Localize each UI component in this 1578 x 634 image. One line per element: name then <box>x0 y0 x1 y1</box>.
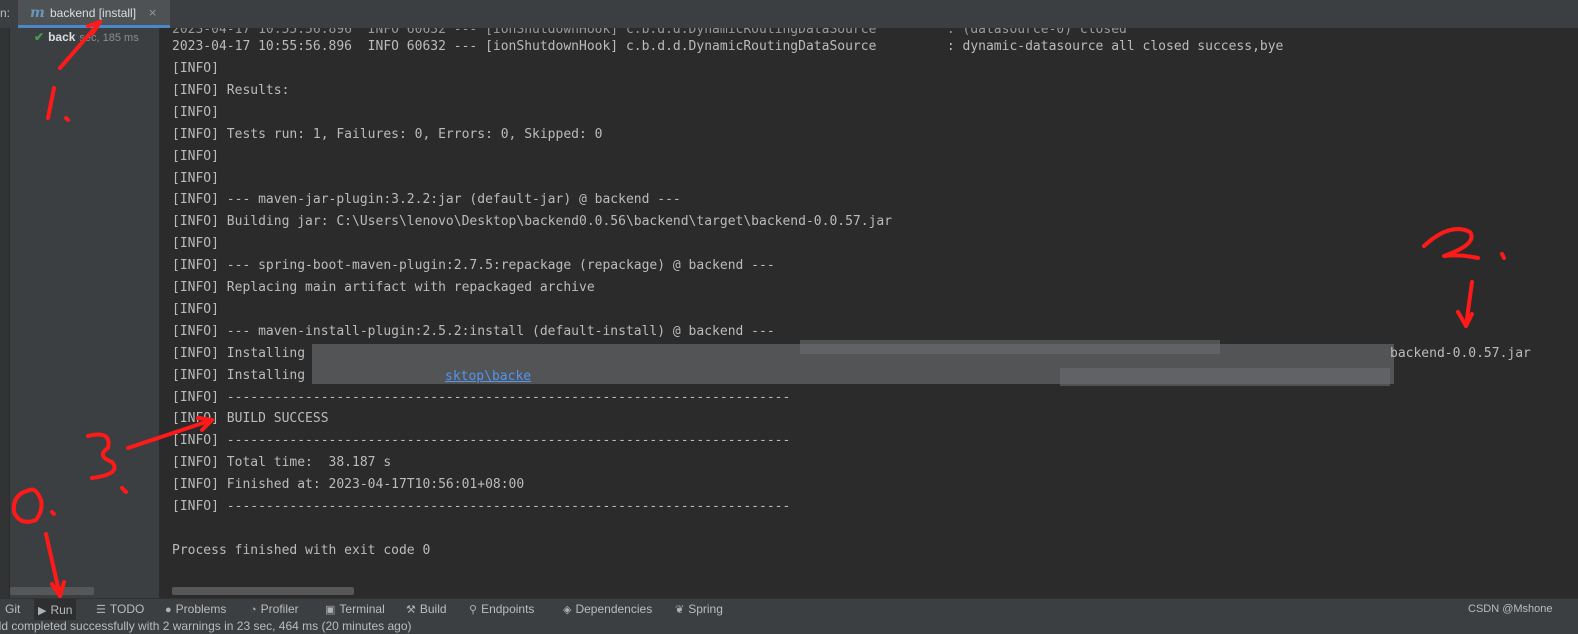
tool-profiler[interactable]: ◔ Profiler <box>250 602 299 616</box>
console-line: 2023-04-17 10:55:56.896 INFO 60632 --- [… <box>172 39 1284 54</box>
console-line: Process finished with exit code 0 <box>172 542 431 558</box>
tool-todo[interactable]: ☰ TODO <box>96 602 144 616</box>
run-tab-label: backend [install] <box>50 6 137 20</box>
console-line: [INFO] Tests run: 1, Failures: 0, Errors… <box>172 126 603 142</box>
run-icon: ▶ <box>38 605 47 617</box>
console-line: [INFO] Installing <box>172 345 306 361</box>
console-output[interactable]: 2023-04-17 10:55:56.896 INFO 60632 --- [… <box>160 28 1578 598</box>
console-line: [INFO] Installing <box>172 367 306 383</box>
tool-git[interactable]: Git <box>5 602 20 616</box>
tool-dependencies[interactable]: ◈ Dependencies <box>563 602 652 616</box>
tree-horizontal-scrollbar[interactable] <box>10 587 94 595</box>
tool-build[interactable]: ⚒ Build <box>406 602 447 616</box>
console-line: [INFO] BUILD SUCCESS <box>172 411 329 427</box>
console-line: [INFO] Finished at: 2023-04-17T10:56:01+… <box>172 477 525 493</box>
tool-terminal[interactable]: ▣ Terminal <box>325 602 385 616</box>
tree-item-name: back <box>48 30 76 44</box>
tool-endpoints[interactable]: ⚲ Endpoints <box>469 602 534 616</box>
redaction-blur <box>800 340 1220 354</box>
hammer-icon: ⚒ <box>406 604 416 616</box>
redaction-blur <box>1060 368 1390 386</box>
maven-icon: m <box>30 5 45 21</box>
console-horizontal-scrollbar[interactable] <box>172 587 354 595</box>
console-line: [INFO] Results: <box>172 82 290 98</box>
console-line: [INFO] --- maven-jar-plugin:3.2.2:jar (d… <box>172 192 681 208</box>
console-line-partial: 2023-04-17 10:55:56.896 INFO 60632 --- [… <box>172 28 1127 37</box>
installing-link-fragment[interactable]: sktop\backe <box>445 369 531 385</box>
profiler-icon: ◔ <box>250 604 257 616</box>
console-line: [INFO] --- spring-boot-maven-plugin:2.7.… <box>172 258 775 274</box>
console-line: [INFO] <box>172 236 219 252</box>
tree-item-duration: sec, 185 ms <box>79 32 139 44</box>
console-line: [INFO] <box>172 104 219 120</box>
console-line: [INFO] Building jar: C:\Users\lenovo\Des… <box>172 214 893 230</box>
tool-problems[interactable]: ● Problems <box>165 602 226 616</box>
terminal-icon: ▣ <box>325 604 336 616</box>
console-line: [INFO] --- maven-install-plugin:2.5.2:in… <box>172 323 775 339</box>
status-bar: ild completed successfully with 2 warnin… <box>0 620 1578 634</box>
run-label: n: <box>0 6 11 20</box>
console-line: [INFO] <box>172 148 219 164</box>
watermark-credit: CSDN @Mshone <box>1468 603 1553 615</box>
console-line: [INFO] Replacing main artifact with repa… <box>172 280 595 295</box>
console-line: [INFO] <box>172 170 219 186</box>
tool-spring[interactable]: ❦ Spring <box>675 602 723 616</box>
left-tool-strip <box>0 28 10 598</box>
console-line: [INFO] Total time: 38.187 s <box>172 455 392 471</box>
endpoints-icon: ⚲ <box>469 604 478 616</box>
console-line: [INFO] <box>172 301 219 317</box>
run-tree-panel: ✔ back sec, 185 ms <box>10 28 159 598</box>
status-message[interactable]: ild completed successfully with 2 warnin… <box>0 620 412 633</box>
installing-jar-name: backend-0.0.57.jar <box>1390 346 1531 361</box>
tree-item-backend[interactable]: ✔ back sec, 185 ms <box>34 30 139 48</box>
console-line: [INFO] ---------------------------------… <box>172 433 791 449</box>
bottom-tool-window-bar: Git ▶ Run ☰ TODO ● Problems ◔ Profiler ▣ Term… <box>0 598 1578 621</box>
list-icon: ☰ <box>96 604 106 616</box>
dependencies-icon: ◈ <box>563 604 572 616</box>
console-line: [INFO] <box>172 61 219 76</box>
close-icon[interactable]: × <box>148 6 157 19</box>
problems-icon: ● <box>165 604 172 616</box>
console-line: [INFO] ---------------------------------… <box>172 389 791 405</box>
console-line: [INFO] ---------------------------------… <box>172 499 791 514</box>
run-tool-window-header: n: m backend [install] × <box>0 0 1578 29</box>
tool-run[interactable]: ▶ Run <box>34 599 77 621</box>
spring-icon: ❦ <box>675 604 685 616</box>
check-icon: ✔ <box>34 30 45 44</box>
